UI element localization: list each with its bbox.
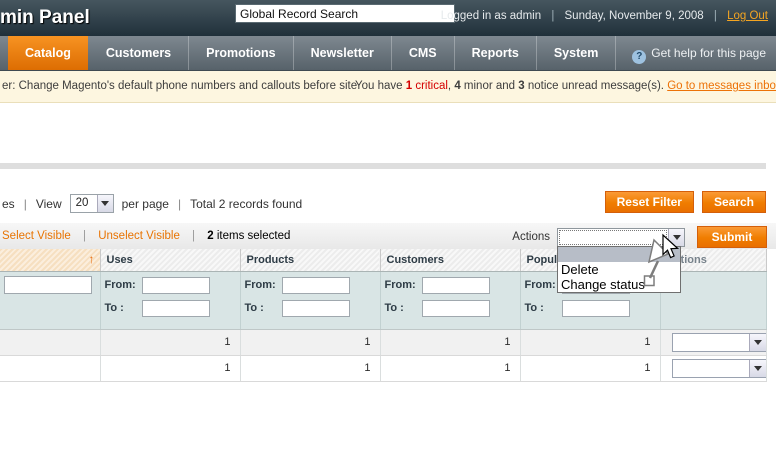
view-label: View [36,197,62,211]
session-separator: | [551,10,554,22]
filter-customers-to-input[interactable] [422,300,490,317]
logout-link[interactable]: Log Out [727,10,768,22]
row-action-select[interactable] [672,359,767,378]
tab-promotions[interactable]: Promotions [189,36,293,70]
tab-system[interactable]: System [537,36,616,70]
session-separator: | [714,10,717,22]
massaction-controls: Actions Submit [512,226,767,248]
customers-value: 1 [380,355,520,381]
actions-label: Actions [512,231,550,243]
chevron-down-icon [749,334,766,351]
filter-uses-to-input[interactable] [142,300,210,317]
pager-controls: es | View 20 per page | Total 2 records … [2,194,302,213]
actions-select[interactable] [557,228,685,247]
filter-products-to-input[interactable] [282,300,350,317]
selected-suffix: items selected [214,230,291,242]
select-visible-link[interactable]: Select Visible [2,230,71,242]
products-value: 1 [240,355,380,381]
session-info: Logged in as admin | Sunday, November 9,… [441,10,768,22]
table-row[interactable]: 1 1 1 1 [0,329,766,355]
top-header-bar: min Panel Logged in as admin | Sunday, N… [0,0,776,36]
pages-text-fragment: es [2,197,15,211]
filter-uses-from-input[interactable] [142,277,210,294]
current-date-text: Sunday, November 9, 2008 [565,10,704,22]
tab-catalog[interactable]: Catalog [8,36,88,70]
column-header-code-sorted[interactable]: ↑ [0,249,100,271]
reset-filter-button[interactable]: Reset Filter [605,191,694,213]
admin-panel-title: min Panel [0,7,90,29]
chevron-down-icon [97,195,113,212]
selection-links: Select Visible | Unselect Visible | 2 it… [2,230,290,242]
column-header-customers[interactable]: Customers [380,249,520,271]
messages-prefix: You have [355,80,406,92]
filter-popularity-to-input[interactable] [562,300,630,317]
question-icon: ? [632,50,646,64]
separator-bar [0,163,766,169]
products-value: 1 [240,329,380,355]
pager-row: es | View 20 per page | Total 2 records … [0,190,776,216]
uses-value: 1 [100,329,240,355]
per-page-label: per page [122,197,169,211]
submit-button[interactable]: Submit [697,226,767,248]
tab-newsletter[interactable]: Newsletter [294,36,392,70]
logged-in-text: Logged in as admin [441,10,541,22]
grid-buttons: Reset Filter Search [605,191,766,213]
tab-customers[interactable]: Customers [89,36,189,70]
dropdown-option-change-status[interactable]: Change status [558,277,680,292]
column-header-uses[interactable]: Uses [100,249,240,271]
tab-reports[interactable]: Reports [455,36,537,70]
row-action-select[interactable] [672,333,767,352]
sort-ascending-icon: ↑ [89,252,95,266]
chevron-down-icon[interactable] [668,229,684,246]
help-link-label: Get help for this page [651,46,766,60]
popularity-value: 1 [520,329,660,355]
filter-products-from-input[interactable] [282,277,350,294]
column-header-products[interactable]: Products [240,249,380,271]
search-button[interactable]: Search [702,191,766,213]
uses-value: 1 [100,355,240,381]
per-page-select[interactable]: 20 [70,194,114,213]
table-row[interactable]: 1 1 1 1 [0,355,766,381]
messages-summary: You have 1 critical, 4 minor and 3 notic… [355,80,776,92]
notice-reminder-text: er: Change Magento's default phone numbe… [2,80,357,92]
dropdown-option-delete[interactable]: Delete [558,262,680,277]
chevron-down-icon [749,360,766,377]
actions-dropdown-list: Delete Change status [557,246,681,293]
main-nav: Catalog Customers Promotions Newsletter … [0,36,776,71]
help-link[interactable]: ? Get help for this page [632,36,766,71]
magento-admin-screen: min Panel Logged in as admin | Sunday, N… [0,0,776,450]
filter-customers-from-input[interactable] [422,277,490,294]
critical-word: critical [412,80,448,92]
customers-value: 1 [380,329,520,355]
messages-inbox-link[interactable]: Go to messages inbox. [667,80,776,92]
dropdown-option-empty[interactable] [558,247,680,262]
unselect-visible-link[interactable]: Unselect Visible [98,230,180,242]
filter-code-input[interactable] [4,276,92,294]
global-search-input[interactable] [235,4,455,23]
tab-cms[interactable]: CMS [392,36,455,70]
popularity-value: 1 [520,355,660,381]
total-records-text: Total 2 records found [190,197,302,211]
notice-bar: er: Change Magento's default phone numbe… [0,71,776,103]
